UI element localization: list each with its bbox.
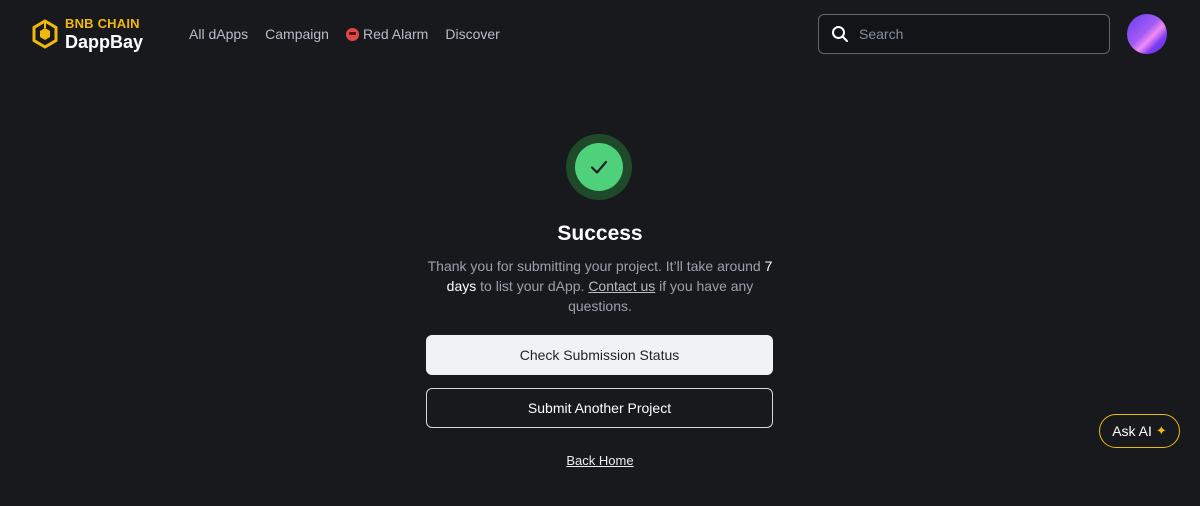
logo-product-text: DappBay: [65, 32, 144, 52]
main-nav: All dApps Campaign Red Alarm Discover: [189, 24, 517, 44]
back-home-link[interactable]: Back Home: [500, 453, 700, 468]
success-badge: [566, 134, 632, 200]
ask-ai-label: Ask AI: [1112, 423, 1152, 439]
message-text-start: Thank you for submitting your project. I…: [427, 258, 765, 274]
success-title: Success: [557, 222, 643, 245]
checkmark-icon: [590, 160, 608, 174]
nav-red-alarm[interactable]: Red Alarm: [345, 26, 429, 42]
dappbay-logo[interactable]: BNB CHAIN DappBay: [30, 14, 160, 54]
nav-campaign[interactable]: Campaign: [265, 26, 329, 42]
search-icon: [832, 26, 848, 42]
submit-another-project-button[interactable]: Submit Another Project: [426, 388, 773, 428]
search-box[interactable]: [818, 14, 1110, 54]
check-submission-status-button[interactable]: Check Submission Status: [426, 335, 773, 375]
contact-us-link[interactable]: Contact us: [588, 278, 655, 294]
success-panel: Success Thank you for submitting your pr…: [0, 68, 1200, 506]
ask-ai-button[interactable]: Ask AI ✦: [1099, 414, 1180, 448]
sparkle-icon: ✦: [1155, 423, 1167, 438]
success-message: Thank you for submitting your project. I…: [420, 256, 780, 316]
search-input[interactable]: [859, 26, 1079, 42]
message-text-middle: to list your dApp.: [476, 278, 589, 294]
logo-brand-text: BNB CHAIN: [65, 16, 140, 31]
nav-all-dapps[interactable]: All dApps: [189, 26, 248, 42]
nav-red-alarm-label: Red Alarm: [362, 26, 429, 42]
nav-discover[interactable]: Discover: [445, 26, 499, 42]
bnb-chain-logo-icon: [32, 19, 58, 49]
top-navigation-bar: BNB CHAIN DappBay All dApps Campaign Red…: [0, 0, 1200, 68]
red-alarm-icon: [345, 27, 359, 41]
avatar[interactable]: [1127, 14, 1167, 54]
